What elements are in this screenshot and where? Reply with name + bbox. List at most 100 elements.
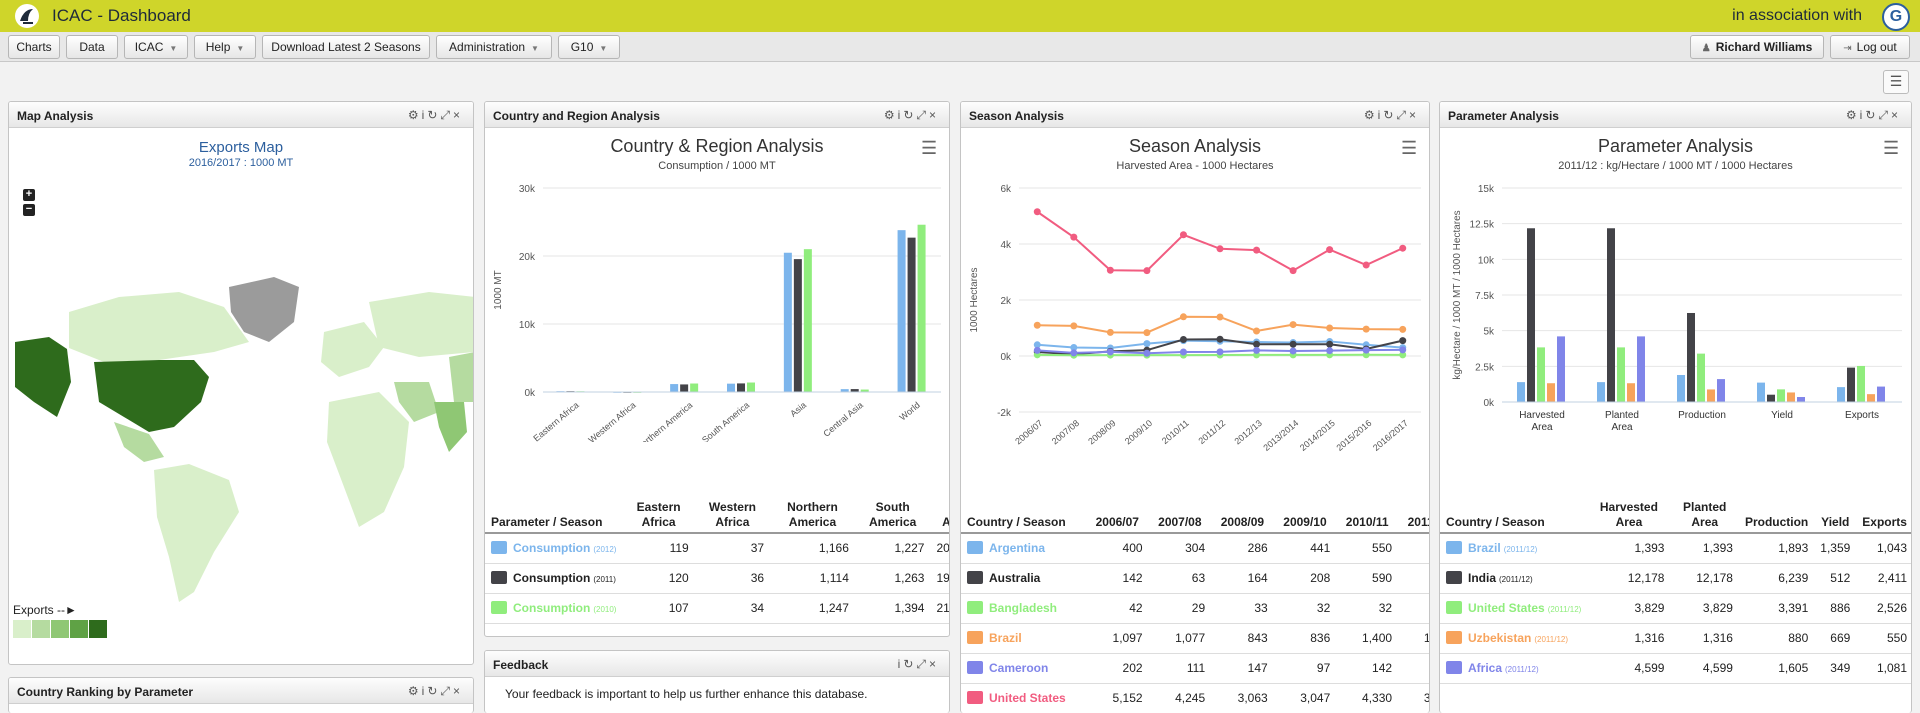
bar[interactable] <box>1637 336 1645 402</box>
data-point[interactable] <box>1143 329 1151 337</box>
refresh-icon[interactable]: ↻ <box>427 684 440 698</box>
bar[interactable] <box>1857 365 1865 402</box>
logout-button[interactable]: ⇥ Log out <box>1830 35 1910 59</box>
bar[interactable] <box>1707 389 1715 402</box>
data-point[interactable] <box>1070 349 1078 357</box>
table-row[interactable]: Uzbekistan (2011/12) 1,316 1,316 880 669 550 <box>1440 623 1911 654</box>
panel-controls[interactable]: ⚙i↻⤢× <box>408 108 463 123</box>
data-button[interactable]: Data <box>66 35 118 59</box>
refresh-icon[interactable]: ↻ <box>903 657 916 671</box>
data-point[interactable] <box>1179 231 1187 239</box>
help-menu-button[interactable]: Help ▼ <box>194 35 256 59</box>
table-row[interactable]: Consumption(2011)120361,1141,26319,5424 <box>485 563 949 594</box>
bar[interactable] <box>783 252 792 392</box>
panel-controls[interactable]: ⚙i↻⤢× <box>1364 108 1419 123</box>
data-point[interactable] <box>1399 244 1407 252</box>
row-label[interactable]: Brazil <box>989 631 1022 645</box>
row-label[interactable]: Africa (2011/12) <box>1468 661 1539 675</box>
icac-menu-button[interactable]: ICAC ▼ <box>124 35 188 59</box>
data-point[interactable] <box>1326 324 1334 332</box>
data-point[interactable] <box>1399 346 1407 354</box>
bar[interactable] <box>1797 397 1805 402</box>
bar[interactable] <box>1557 336 1565 402</box>
dashboard-menu-button[interactable]: ☰ <box>1883 70 1909 94</box>
refresh-icon[interactable]: ↻ <box>903 108 916 122</box>
row-label[interactable]: Argentina <box>989 541 1045 555</box>
series-line[interactable] <box>1036 210 1404 272</box>
table-row[interactable]: Consumption(2010)107341,2471,39421,0053 <box>485 593 949 624</box>
data-point[interactable] <box>1033 321 1041 329</box>
bar[interactable] <box>1607 228 1615 402</box>
row-label[interactable]: Brazil (2011/12) <box>1468 541 1537 555</box>
row-label[interactable]: Bangladesh <box>989 601 1057 615</box>
row-label[interactable]: Cameroon <box>989 661 1048 675</box>
bar[interactable] <box>1617 347 1625 402</box>
table-row[interactable]: Cameroon 20211114797142149 <box>961 653 1429 684</box>
data-point[interactable] <box>1399 337 1407 345</box>
table-row[interactable]: Argentina 400304286441550528 <box>961 533 1429 564</box>
data-point[interactable] <box>1070 233 1078 241</box>
gear-icon[interactable]: ⚙ <box>408 684 422 698</box>
data-point[interactable] <box>1143 267 1151 275</box>
row-label[interactable]: Consumption (2010) <box>513 601 616 615</box>
row-label[interactable]: United States (2011/12) <box>1468 601 1581 615</box>
data-point[interactable] <box>1362 261 1370 269</box>
table-row[interactable]: Brazil 1,0971,0778438361,4001,393 <box>961 623 1429 654</box>
data-point[interactable] <box>1216 348 1224 356</box>
g10-menu-button[interactable]: G10 ▼ <box>558 35 620 59</box>
row-label[interactable]: India (2011/12) <box>1468 571 1533 585</box>
chart-menu-icon[interactable]: ☰ <box>1883 138 1899 159</box>
data-point[interactable] <box>1216 245 1224 253</box>
bar[interactable] <box>1677 374 1685 402</box>
table-row[interactable]: United States (2011/12) 3,829 3,829 3,391 886… <box>1440 593 1911 624</box>
data-point[interactable] <box>1362 346 1370 354</box>
bar[interactable] <box>1537 347 1545 402</box>
data-point[interactable] <box>1216 313 1224 321</box>
bar[interactable] <box>1547 383 1555 402</box>
charts-button[interactable]: Charts <box>8 35 60 59</box>
data-point[interactable] <box>1399 325 1407 333</box>
data-point[interactable] <box>1143 349 1151 357</box>
bar[interactable] <box>1867 394 1875 402</box>
data-point[interactable] <box>1106 348 1114 356</box>
table-row[interactable]: India (2011/12) 12,178 12,178 6,239 512 2,411 <box>1440 563 1911 594</box>
table-row[interactable]: Africa (2011/12) 4,599 4,599 1,605 349 1,081 <box>1440 653 1911 684</box>
bar[interactable] <box>1627 383 1635 402</box>
data-point[interactable] <box>1253 346 1261 354</box>
row-label[interactable]: Australia <box>989 571 1040 585</box>
bar[interactable] <box>1847 367 1855 402</box>
bar[interactable] <box>1687 312 1695 402</box>
data-point[interactable] <box>1253 340 1261 348</box>
bar[interactable] <box>793 259 802 392</box>
row-label[interactable]: United States <box>989 691 1066 705</box>
table-row[interactable]: Consumption(2012)119371,1661,22720,4804 <box>485 533 949 564</box>
bar[interactable] <box>1517 382 1525 402</box>
bar[interactable] <box>690 383 699 392</box>
zoom-in-button[interactable]: + <box>23 189 35 201</box>
bar[interactable] <box>1717 379 1725 402</box>
bar[interactable] <box>670 384 679 392</box>
pin-icon[interactable]: ⤢ <box>440 684 453 698</box>
bar[interactable] <box>1877 386 1885 402</box>
table-row[interactable]: Bangladesh422933323236 <box>961 593 1429 624</box>
data-point[interactable] <box>1033 208 1041 216</box>
close-icon[interactable]: × <box>1409 108 1419 122</box>
data-point[interactable] <box>1143 340 1151 348</box>
panel-controls[interactable]: ⚙i↻⤢× <box>1846 108 1901 123</box>
pin-icon[interactable]: ⤢ <box>916 108 929 122</box>
data-point[interactable] <box>1289 340 1297 348</box>
data-point[interactable] <box>1106 328 1114 336</box>
bar[interactable] <box>1767 394 1775 402</box>
panel-controls[interactable]: i↻⤢× <box>898 657 939 672</box>
bar[interactable] <box>1597 382 1605 402</box>
close-icon[interactable]: × <box>929 108 939 122</box>
zoom-out-button[interactable]: − <box>23 204 35 216</box>
bar[interactable] <box>727 383 735 392</box>
data-point[interactable] <box>1179 335 1187 343</box>
table-row[interactable]: Brazil (2011/12) 1,393 1,393 1,893 1,359 1,043 <box>1440 533 1911 564</box>
data-point[interactable] <box>1179 313 1187 321</box>
pin-icon[interactable]: ⤢ <box>1878 108 1891 122</box>
gear-icon[interactable]: ⚙ <box>1364 108 1378 122</box>
data-point[interactable] <box>1289 321 1297 329</box>
table-row[interactable]: United States 5,1524,2453,0633,0474,3303,… <box>961 683 1429 713</box>
